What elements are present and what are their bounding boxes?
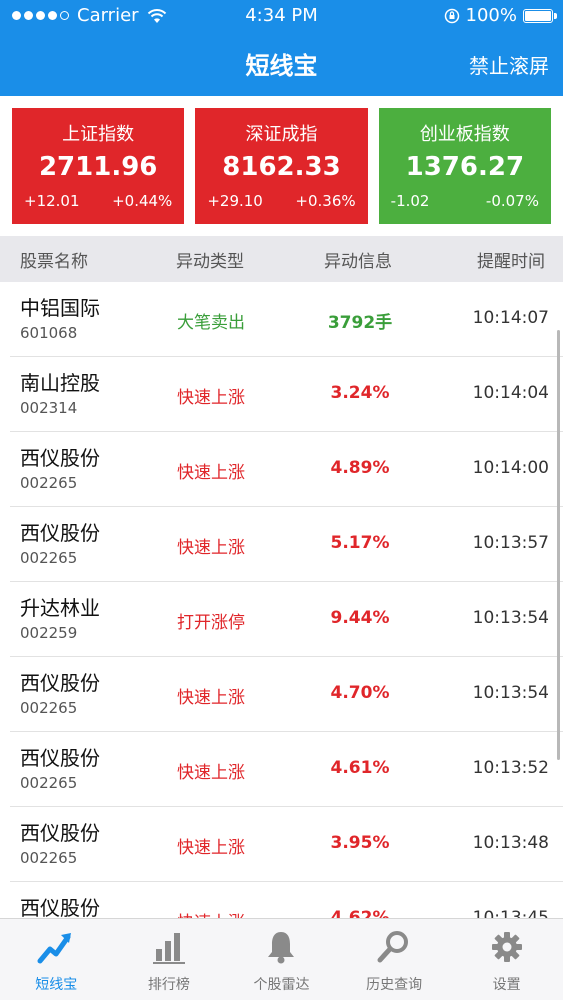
header-alert-time: 提醒时间	[477, 251, 545, 272]
table-row[interactable]: 西仪股份 002265 快速上涨 4.62% 10:13:45	[10, 882, 563, 918]
alert-time: 10:14:04	[472, 383, 549, 403]
scrollbar[interactable]	[557, 330, 560, 760]
tab-label: 个股雷达	[253, 977, 310, 993]
alert-info: 3792手	[327, 313, 393, 333]
index-card-shanghai[interactable]: 上证指数 2711.96 +12.01 +0.44%	[12, 108, 185, 224]
index-value: 2711.96	[38, 152, 158, 182]
tab-ranking[interactable]: 排行榜	[113, 919, 226, 1000]
battery-icon	[523, 8, 557, 23]
stock-name: 中铝国际	[20, 296, 100, 320]
header: Carrier 4:34 PM 100% 短线宝 禁止滚屏	[0, 0, 563, 96]
index-name: 创业板指数	[419, 124, 510, 145]
index-value: 1376.27	[405, 152, 525, 182]
table-row[interactable]: 西仪股份 002265 快速上涨 3.95% 10:13:48	[10, 807, 563, 882]
alert-type: 快速上涨	[177, 388, 245, 408]
battery-percent: 100%	[465, 5, 517, 26]
alert-info: 9.44%	[330, 608, 390, 628]
bell-icon	[268, 932, 295, 964]
index-value: 8162.33	[222, 152, 341, 182]
trend-up-icon	[37, 933, 72, 964]
stock-name: 西仪股份	[20, 821, 100, 845]
table-row[interactable]: 南山控股 002314 快速上涨 3.24% 10:14:04	[10, 357, 563, 432]
alert-type: 快速上涨	[177, 838, 245, 858]
tab-label: 历史查询	[366, 977, 423, 993]
stock-name: 西仪股份	[20, 896, 100, 918]
header-alert-info: 异动信息	[324, 251, 392, 272]
tab-settings[interactable]: 设置	[450, 919, 563, 1000]
tab-stock-radar[interactable]: 个股雷达	[225, 919, 338, 1000]
table-row[interactable]: 西仪股份 002265 快速上涨 4.89% 10:14:00	[10, 432, 563, 507]
alert-list[interactable]: 中铝国际 601068 大笔卖出 3792手 10:14:07 南山控股 002…	[0, 282, 563, 918]
table-row[interactable]: 西仪股份 002265 快速上涨 4.70% 10:13:54	[10, 657, 563, 732]
alert-time: 10:14:00	[472, 458, 549, 478]
stock-code: 002265	[20, 774, 78, 792]
alert-info: 4.61%	[330, 758, 390, 778]
status-bar: Carrier 4:34 PM 100%	[0, 0, 563, 32]
alert-type: 快速上涨	[177, 908, 245, 918]
index-percent: +0.44%	[112, 192, 173, 210]
alert-info: 4.62%	[330, 908, 390, 918]
stock-name: 西仪股份	[20, 746, 100, 770]
alert-time: 10:13:45	[472, 908, 549, 918]
alert-time: 10:13:54	[472, 683, 549, 703]
index-percent: -0.07%	[485, 192, 539, 210]
index-name: 深证成指	[245, 124, 318, 145]
lock-scroll-button[interactable]: 禁止滚屏	[469, 50, 549, 79]
stock-name: 西仪股份	[20, 521, 100, 545]
rotation-lock-icon	[444, 8, 459, 23]
index-card-chinext[interactable]: 创业板指数 1376.27 -1.02 -0.07%	[378, 108, 551, 224]
stock-name: 升达林业	[20, 596, 100, 620]
alert-time: 10:13:57	[472, 533, 549, 553]
stock-code: 002265	[20, 699, 78, 717]
header-alert-type: 异动类型	[176, 251, 244, 272]
table-row[interactable]: 西仪股份 002265 快速上涨 5.17% 10:13:57	[10, 507, 563, 582]
bar-chart-icon	[152, 933, 185, 964]
stock-code: 002265	[20, 549, 78, 567]
alert-time: 10:13:54	[472, 608, 549, 628]
alert-info: 4.89%	[330, 458, 390, 478]
table-row[interactable]: 升达林业 002259 打开涨停 9.44% 10:13:54	[10, 582, 563, 657]
alert-info: 3.95%	[330, 833, 390, 853]
index-change: +29.10	[207, 192, 263, 210]
alert-info: 3.24%	[330, 383, 390, 403]
stock-code: 002265	[20, 474, 78, 492]
index-change: +12.01	[24, 192, 80, 210]
alert-type: 快速上涨	[177, 688, 245, 708]
alert-type: 大笔卖出	[177, 313, 245, 333]
stock-name: 西仪股份	[20, 671, 100, 695]
alert-info: 5.17%	[330, 533, 390, 553]
alert-type: 快速上涨	[177, 538, 245, 558]
tab-history[interactable]: 历史查询	[338, 919, 451, 1000]
stock-name: 南山控股	[20, 371, 100, 395]
index-name: 上证指数	[62, 124, 135, 145]
table-row[interactable]: 中铝国际 601068 大笔卖出 3792手 10:14:07	[10, 282, 563, 357]
header-stock-name: 股票名称	[20, 251, 88, 272]
alert-type: 快速上涨	[177, 763, 245, 783]
index-percent: +0.36%	[295, 192, 356, 210]
alert-type: 打开涨停	[177, 613, 245, 633]
tab-label: 短线宝	[35, 977, 78, 993]
stock-code: 002259	[20, 624, 78, 642]
stock-code: 601068	[20, 324, 78, 342]
stock-code: 002314	[20, 399, 78, 417]
index-change: -1.02	[390, 192, 430, 210]
search-icon	[377, 931, 409, 963]
stock-name: 西仪股份	[20, 446, 100, 470]
tab-label: 设置	[492, 977, 521, 993]
stock-code: 002265	[20, 849, 78, 867]
tab-short-line[interactable]: 短线宝	[0, 919, 113, 1000]
index-card-shenzhen[interactable]: 深证成指 8162.33 +29.10 +0.36%	[195, 108, 368, 224]
alert-time: 10:14:07	[472, 308, 549, 328]
alert-info: 4.70%	[330, 683, 390, 703]
index-cards: 上证指数 2711.96 +12.01 +0.44% 深证成指 8162.33 …	[12, 108, 551, 224]
alert-time: 10:13:52	[472, 758, 549, 778]
alert-time: 10:13:48	[472, 833, 549, 853]
table-row[interactable]: 西仪股份 002265 快速上涨 4.61% 10:13:52	[10, 732, 563, 807]
gear-icon	[491, 932, 522, 962]
tab-label: 排行榜	[147, 977, 190, 993]
alert-type: 快速上涨	[177, 463, 245, 483]
table-header: 股票名称 异动类型 异动信息 提醒时间	[0, 236, 563, 282]
tab-bar: 短线宝 排行榜 个股雷达 历史查询 设置	[0, 918, 563, 1000]
